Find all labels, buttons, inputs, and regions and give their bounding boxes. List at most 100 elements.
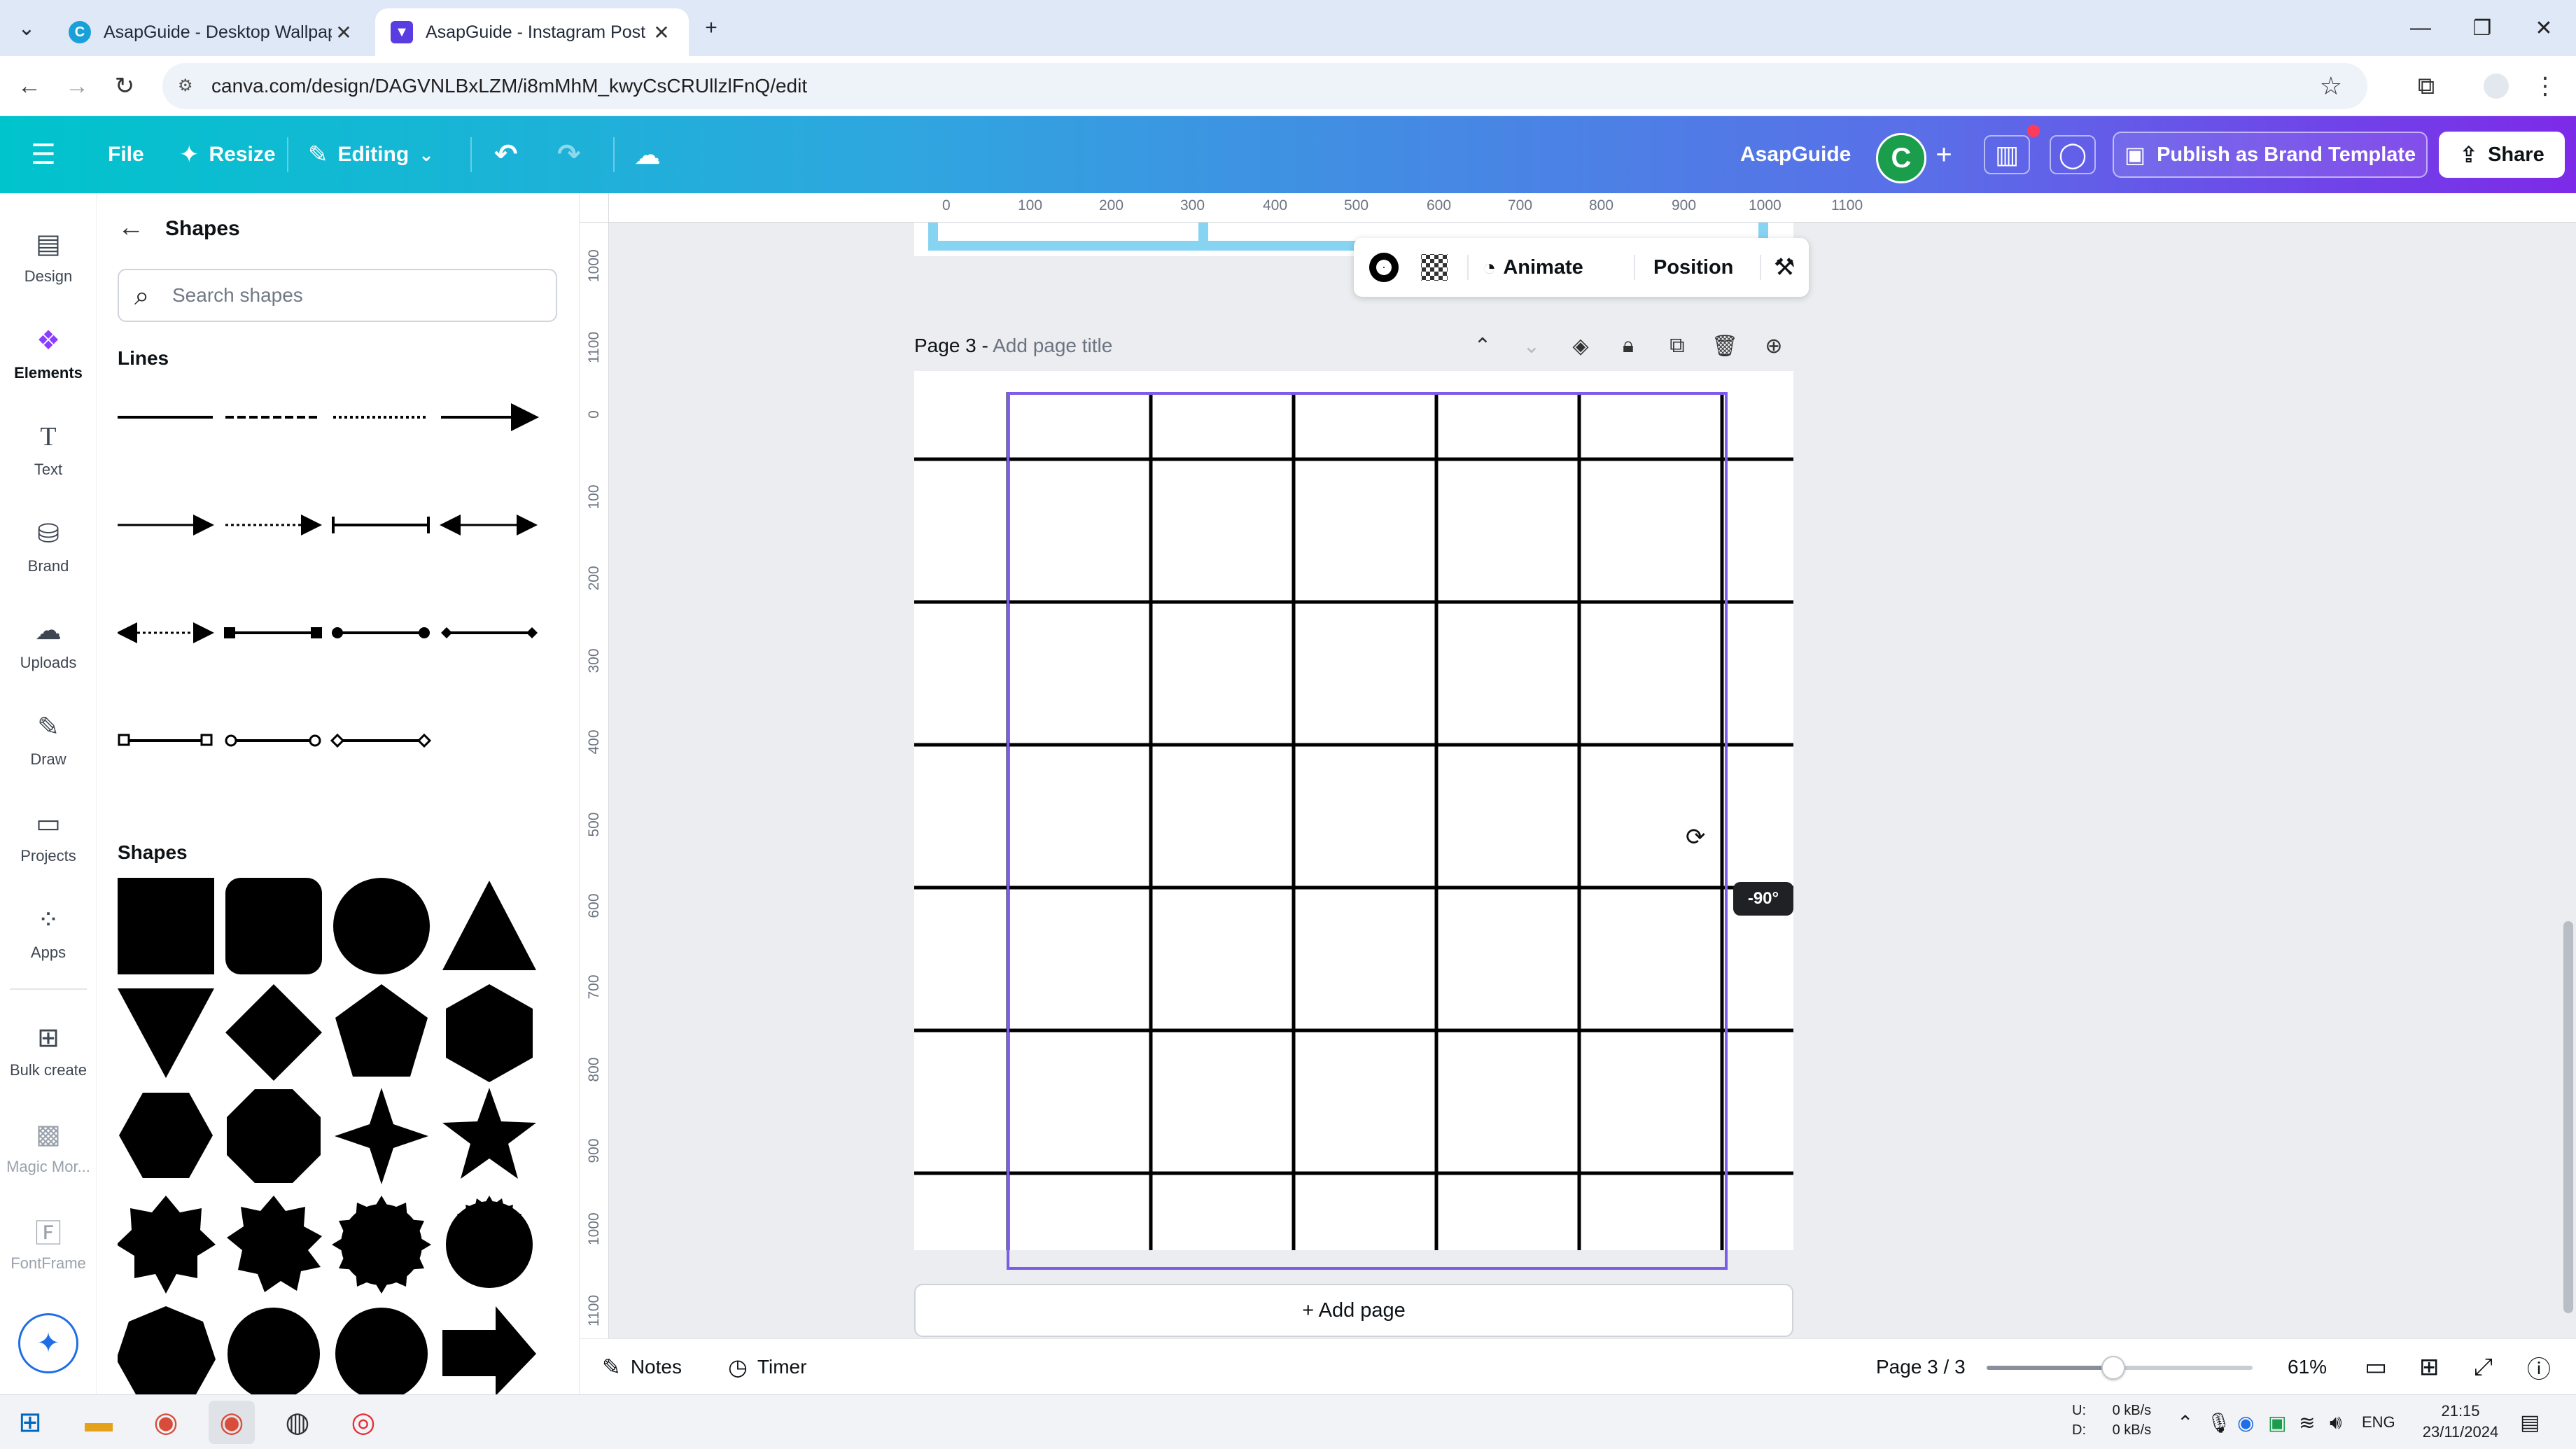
grid-lines-group[interactable] — [914, 371, 1793, 1250]
editing-mode-dropdown[interactable]: ✎ Editing ⌄ — [308, 135, 434, 174]
new-tab-button[interactable]: + — [693, 10, 729, 46]
back-arrow-icon[interactable]: ← — [11, 68, 48, 104]
window-restore-icon[interactable]: ❐ — [2454, 10, 2510, 46]
chrome-icon[interactable]: ◉ — [143, 1401, 189, 1444]
browser-tab-instagram-post[interactable]: ▼ AsapGuide - Instagram Post ✕ — [375, 8, 689, 56]
rail-item-projects[interactable]: ▭ Projects — [0, 794, 97, 878]
rail-item-brand[interactable]: ⛁ Brand — [0, 504, 97, 588]
page-add-icon[interactable]: ⊕ — [1758, 330, 1789, 361]
shape-hexagon-vertical[interactable] — [446, 984, 533, 1082]
back-arrow-icon[interactable]: ← — [118, 213, 144, 243]
shape-8-point-star[interactable] — [227, 1196, 322, 1292]
chrome-active-icon[interactable]: ◉ — [209, 1401, 255, 1444]
shape-arrow-right[interactable] — [442, 1306, 536, 1394]
wifi-icon[interactable]: ≋ — [2299, 1395, 2315, 1449]
copy-style-paint-roller-icon[interactable]: ⚒ — [1774, 238, 1795, 297]
animate-button[interactable]: ◔ Animate — [1483, 238, 1583, 297]
windows-start-icon[interactable]: ⊞ — [7, 1401, 53, 1444]
site-settings-icon[interactable]: ⚙ — [178, 76, 199, 97]
profile-icon[interactable] — [2478, 68, 2514, 104]
page-lock-icon[interactable]: 🔒︎ — [1613, 330, 1644, 361]
rail-item-fontframe[interactable]: 🄵 FontFrame — [0, 1201, 97, 1285]
add-collaborator-icon[interactable]: + — [1921, 135, 1967, 174]
taskbar-clock[interactable]: 21:15 23/11/2024 — [2408, 1401, 2513, 1443]
resize-button[interactable]: ✦ Resize — [179, 135, 276, 174]
rail-item-apps[interactable]: ⁘ Apps — [0, 890, 97, 974]
zoom-slider-handle[interactable] — [2101, 1356, 2125, 1380]
line-bar-ends[interactable] — [332, 517, 430, 533]
language-indicator[interactable]: ENG — [2362, 1395, 2395, 1449]
rail-item-design[interactable]: ▤ Design — [0, 214, 97, 298]
shape-pentagon[interactable] — [335, 984, 428, 1077]
rail-item-draw[interactable]: ✎ Draw — [0, 697, 97, 781]
bluetooth-app-icon[interactable]: ◉ — [2237, 1395, 2254, 1449]
line-hollow-dot-ends[interactable] — [225, 734, 321, 747]
zoom-percentage[interactable]: 61% — [2288, 1339, 2327, 1395]
line-hollow-diamond-ends[interactable] — [330, 733, 432, 748]
page-duplicate-icon[interactable]: ⧉ — [1662, 330, 1693, 361]
window-minimize-icon[interactable]: — — [2393, 10, 2449, 46]
cloud-save-icon[interactable]: ☁ — [634, 135, 661, 174]
tab-close-icon[interactable]: ✕ — [332, 21, 356, 44]
user-avatar[interactable]: C — [1876, 133, 1926, 183]
canva-assistant-sparkle-icon[interactable]: ✦ — [18, 1313, 78, 1373]
design-page-3[interactable] — [914, 371, 1793, 1250]
screen-recorder-icon[interactable]: ◍ — [274, 1401, 321, 1444]
browser-menu-icon[interactable]: ⋮ — [2527, 68, 2563, 104]
line-square-ends[interactable] — [224, 627, 322, 638]
shape-octagon[interactable] — [227, 1089, 321, 1183]
shape-circle[interactable] — [333, 878, 430, 974]
rail-item-bulk-create[interactable]: ⊞ Bulk create — [0, 1008, 97, 1092]
comments-icon[interactable]: ◯ — [2050, 135, 2096, 174]
bookmark-star-icon[interactable]: ☆ — [2320, 71, 2342, 101]
page-header[interactable]: Page 3 - Add page title — [914, 335, 1112, 357]
fullscreen-icon[interactable]: ⤢ — [2474, 1339, 2493, 1395]
line-dot-ends[interactable] — [332, 627, 430, 638]
undo-icon[interactable]: ↶ — [494, 135, 518, 174]
tab-close-icon[interactable]: ✕ — [650, 21, 673, 44]
rail-item-uploads[interactable]: ☁ Uploads — [0, 601, 97, 685]
transparency-button[interactable] — [1421, 238, 1448, 297]
shape-hexagon[interactable] — [119, 1093, 213, 1178]
timer-button[interactable]: ◷ Timer — [728, 1339, 806, 1395]
tab-search-chevron-icon[interactable]: ⌄ — [8, 10, 45, 46]
shape-heptagon-badge[interactable] — [118, 1306, 216, 1394]
page-hide-icon[interactable]: ◈ — [1565, 330, 1596, 361]
shape-triangle[interactable] — [442, 881, 536, 970]
position-button[interactable]: Position — [1653, 238, 1733, 297]
shape-square[interactable] — [118, 878, 214, 974]
add-page-button[interactable]: + Add page — [914, 1284, 1793, 1337]
browser-tab-desktop-wallpaper[interactable]: C AsapGuide - Desktop Wallpaper ✕ — [53, 8, 371, 56]
window-close-icon[interactable]: ✕ — [2516, 10, 2572, 46]
team-name[interactable]: AsapGuide — [1740, 135, 1851, 174]
rail-item-elements[interactable]: ❖ Elements — [0, 311, 97, 395]
canvas-scrollbar[interactable] — [2563, 921, 2573, 1313]
line-hollow-square-ends[interactable] — [118, 734, 213, 746]
grid-view-icon[interactable]: ⊞ — [2419, 1339, 2440, 1395]
page-indicator[interactable]: Page 3 / 3 — [1876, 1339, 1966, 1395]
shape-5-point-star[interactable] — [442, 1088, 536, 1179]
file-menu-button[interactable]: File — [108, 135, 144, 174]
border-style-button[interactable] — [1369, 238, 1399, 297]
rail-item-text[interactable]: T Text — [0, 407, 97, 491]
url-field[interactable]: ⚙ canva.com/design/DAGVNLBxLZM/i8mMhM_kw… — [162, 63, 2367, 109]
page-move-down-icon[interactable]: ⌄ — [1516, 330, 1547, 361]
microphone-icon[interactable]: 🎙︎ — [2206, 1395, 2232, 1449]
insights-chart-icon[interactable]: ▥ — [1984, 135, 2030, 174]
shape-rounded-square[interactable] — [225, 878, 322, 974]
shape-seal-fine[interactable] — [335, 1308, 428, 1394]
forward-arrow-icon[interactable]: → — [59, 68, 95, 104]
shape-4-point-star[interactable] — [335, 1088, 428, 1184]
record-app-icon[interactable]: ◎ — [340, 1401, 386, 1444]
page-title-placeholder[interactable]: Add page title — [993, 335, 1112, 356]
notes-button[interactable]: ✎ Notes — [602, 1339, 682, 1395]
help-icon[interactable]: ⓘ — [2527, 1339, 2551, 1395]
volume-icon[interactable]: 🔊︎ — [2330, 1395, 2342, 1449]
page-move-up-icon[interactable]: ⌃ — [1467, 330, 1498, 361]
main-menu-icon[interactable]: ☰ — [31, 135, 56, 174]
shape-7-point-star[interactable] — [118, 1196, 216, 1294]
shape-diamond[interactable] — [225, 984, 322, 1081]
search-shapes-input[interactable]: ⌕ Search shapes — [118, 269, 557, 322]
tray-expand-icon[interactable]: ⌃ — [2177, 1395, 2193, 1449]
rail-item-magic-morph[interactable]: ▩ Magic Mor... — [0, 1105, 97, 1189]
